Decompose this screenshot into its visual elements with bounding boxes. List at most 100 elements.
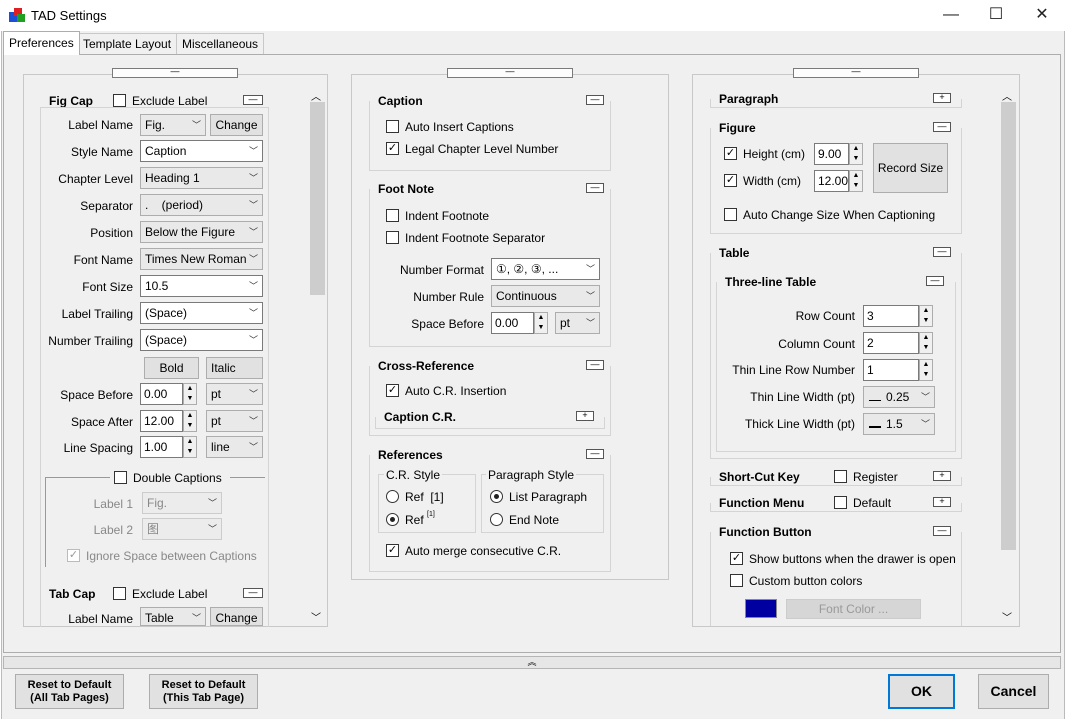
tabcap-collapse-button[interactable]: — bbox=[243, 588, 263, 598]
auto-cr-checkbox[interactable]: ✓ bbox=[386, 384, 399, 397]
table-collapse-button[interactable]: — bbox=[933, 247, 951, 257]
caption-collapse-button[interactable]: — bbox=[586, 95, 604, 105]
function-button-collapse-button[interactable]: — bbox=[933, 526, 951, 536]
font-color-button[interactable]: Font Color ... bbox=[786, 599, 921, 619]
figcap-change-button[interactable]: Change bbox=[210, 114, 263, 136]
figcap-separator-select[interactable]: . (period) ﹀ bbox=[140, 194, 263, 216]
thin-row-spinner[interactable]: ▲ ▼ bbox=[919, 359, 933, 381]
double-label2-select[interactable]: 图 ﹀ bbox=[142, 518, 222, 540]
figcap-chapter-level-select[interactable]: Heading 1 ﹀ bbox=[140, 167, 263, 189]
list-para-radio[interactable] bbox=[490, 490, 503, 503]
bottom-splitter-handle[interactable]: ︽ bbox=[3, 656, 1061, 669]
custom-colors-checkbox[interactable] bbox=[730, 574, 743, 587]
thin-row-input[interactable]: 1 bbox=[863, 359, 919, 381]
left-column-collapse-button[interactable]: — bbox=[112, 67, 238, 78]
indent-footnote-checkbox[interactable] bbox=[386, 209, 399, 222]
figcap-position-select[interactable]: Below the Figure ﹀ bbox=[140, 221, 263, 243]
scroll-up-icon[interactable]: ︿ bbox=[1002, 88, 1012, 103]
tab-template-layout[interactable]: Template Layout bbox=[77, 33, 178, 54]
threeline-collapse-button[interactable]: — bbox=[926, 276, 944, 286]
show-buttons-checkbox[interactable]: ✓ bbox=[730, 552, 743, 565]
paragraph-expand-button[interactable]: + bbox=[933, 93, 951, 103]
fn-space-before-unit[interactable]: pt ﹀ bbox=[555, 312, 600, 334]
figcap-collapse-button[interactable]: — bbox=[243, 95, 263, 105]
height-spinner[interactable]: ▲ ▼ bbox=[849, 143, 863, 165]
figcap-space-before-spinner[interactable]: ▲ ▼ bbox=[183, 383, 197, 405]
double-label1-select[interactable]: Fig. ﹀ bbox=[142, 492, 222, 514]
tab-miscellaneous[interactable]: Miscellaneous bbox=[176, 33, 265, 54]
figure-collapse-button[interactable]: — bbox=[933, 122, 951, 132]
footnote-collapse-button[interactable]: — bbox=[586, 183, 604, 193]
figcap-space-after-spinner[interactable]: ▲ ▼ bbox=[183, 410, 197, 432]
register-checkbox[interactable] bbox=[834, 470, 847, 483]
figcap-space-after-unit[interactable]: pt ﹀ bbox=[206, 410, 263, 432]
close-button[interactable]: ✕ bbox=[1019, 0, 1065, 31]
crossref-collapse-button[interactable]: — bbox=[586, 360, 604, 370]
figcap-space-before-input[interactable]: 0.00 bbox=[140, 383, 183, 405]
ok-button[interactable]: OK bbox=[888, 674, 955, 709]
tabcap-label-name-select[interactable]: Table ﹀ bbox=[140, 607, 206, 626]
figcap-number-trailing-select[interactable]: (Space) ﹀ bbox=[140, 329, 263, 351]
figcap-font-size-select[interactable]: 10.5 ﹀ bbox=[140, 275, 263, 297]
figcap-bold-button[interactable]: Bold bbox=[144, 357, 199, 379]
ref2-radio[interactable] bbox=[386, 513, 399, 526]
tabcap-change-button[interactable]: Change bbox=[210, 607, 263, 626]
scroll-down-icon[interactable]: ﹀ bbox=[1002, 609, 1012, 624]
right-scrollbar-thumb[interactable] bbox=[1001, 102, 1016, 550]
figcap-style-name-select[interactable]: Caption ﹀ bbox=[140, 140, 263, 162]
indent-footnote-sep-checkbox[interactable] bbox=[386, 231, 399, 244]
fn-space-before-input[interactable]: 0.00 bbox=[491, 312, 534, 334]
tabcap-exclude-checkbox[interactable] bbox=[113, 587, 126, 600]
legal-chapter-checkbox[interactable]: ✓ bbox=[386, 142, 399, 155]
figcap-exclude-checkbox[interactable] bbox=[113, 94, 126, 107]
row-count-spinner[interactable]: ▲ ▼ bbox=[919, 305, 933, 327]
record-size-button[interactable]: Record Size bbox=[873, 143, 948, 193]
right-column-collapse-button[interactable]: — bbox=[793, 67, 919, 78]
figcap-italic-button[interactable]: Italic bbox=[206, 357, 263, 379]
height-checkbox[interactable]: ✓ bbox=[724, 147, 737, 160]
color-swatch[interactable] bbox=[745, 599, 777, 618]
tab-preferences[interactable]: Preferences bbox=[3, 31, 80, 55]
scroll-down-icon[interactable]: ﹀ bbox=[311, 609, 321, 624]
references-collapse-button[interactable]: — bbox=[586, 449, 604, 459]
number-format-select[interactable]: ①, ②, ③, ... ﹀ bbox=[491, 258, 600, 280]
auto-insert-captions-checkbox[interactable] bbox=[386, 120, 399, 133]
col-count-spinner[interactable]: ▲ ▼ bbox=[919, 332, 933, 354]
figcap-label-trailing-select[interactable]: (Space) ﹀ bbox=[140, 302, 263, 324]
figcap-font-name-select[interactable]: Times New Roman ﹀ bbox=[140, 248, 263, 270]
thin-width-select[interactable]: 0.25 ﹀ bbox=[863, 386, 935, 408]
maximize-button[interactable]: ☐ bbox=[973, 0, 1019, 31]
default-checkbox[interactable] bbox=[834, 496, 847, 509]
scroll-up-icon[interactable]: ︿ bbox=[311, 88, 321, 103]
figcap-line-spacing-unit[interactable]: line ﹀ bbox=[206, 436, 263, 458]
minimize-button[interactable]: — bbox=[928, 0, 974, 31]
reset-this-button[interactable]: Reset to Default (This Tab Page) bbox=[149, 674, 258, 709]
auto-change-checkbox[interactable] bbox=[724, 208, 737, 221]
reset-all-button[interactable]: Reset to Default (All Tab Pages) bbox=[15, 674, 124, 709]
function-menu-expand-button[interactable]: + bbox=[933, 497, 951, 507]
caption-cr-expand-button[interactable]: + bbox=[576, 411, 594, 421]
ref1-radio[interactable] bbox=[386, 490, 399, 503]
double-captions-checkbox[interactable] bbox=[114, 471, 127, 484]
width-input[interactable]: 12.00 bbox=[814, 170, 849, 192]
thick-width-select[interactable]: 1.5 ﹀ bbox=[863, 413, 935, 435]
figcap-space-after-input[interactable]: 12.00 bbox=[140, 410, 183, 432]
auto-merge-checkbox[interactable]: ✓ bbox=[386, 544, 399, 557]
end-note-radio[interactable] bbox=[490, 513, 503, 526]
number-rule-select[interactable]: Continuous ﹀ bbox=[491, 285, 600, 307]
ignore-space-checkbox[interactable]: ✓ bbox=[67, 549, 80, 562]
width-checkbox[interactable]: ✓ bbox=[724, 174, 737, 187]
shortcut-expand-button[interactable]: + bbox=[933, 471, 951, 481]
fn-space-before-spinner[interactable]: ▲ ▼ bbox=[534, 312, 548, 334]
figcap-label-name-select[interactable]: Fig. ﹀ bbox=[140, 114, 206, 136]
figcap-line-spacing-input[interactable]: 1.00 bbox=[140, 436, 183, 458]
height-input[interactable]: 9.00 bbox=[814, 143, 849, 165]
col-count-input[interactable]: 2 bbox=[863, 332, 919, 354]
width-spinner[interactable]: ▲ ▼ bbox=[849, 170, 863, 192]
figcap-line-spacing-spinner[interactable]: ▲ ▼ bbox=[183, 436, 197, 458]
middle-column-collapse-button[interactable]: — bbox=[447, 67, 573, 78]
figcap-space-before-unit[interactable]: pt ﹀ bbox=[206, 383, 263, 405]
left-scrollbar-thumb[interactable] bbox=[310, 102, 325, 295]
row-count-input[interactable]: 3 bbox=[863, 305, 919, 327]
cancel-button[interactable]: Cancel bbox=[978, 674, 1049, 709]
